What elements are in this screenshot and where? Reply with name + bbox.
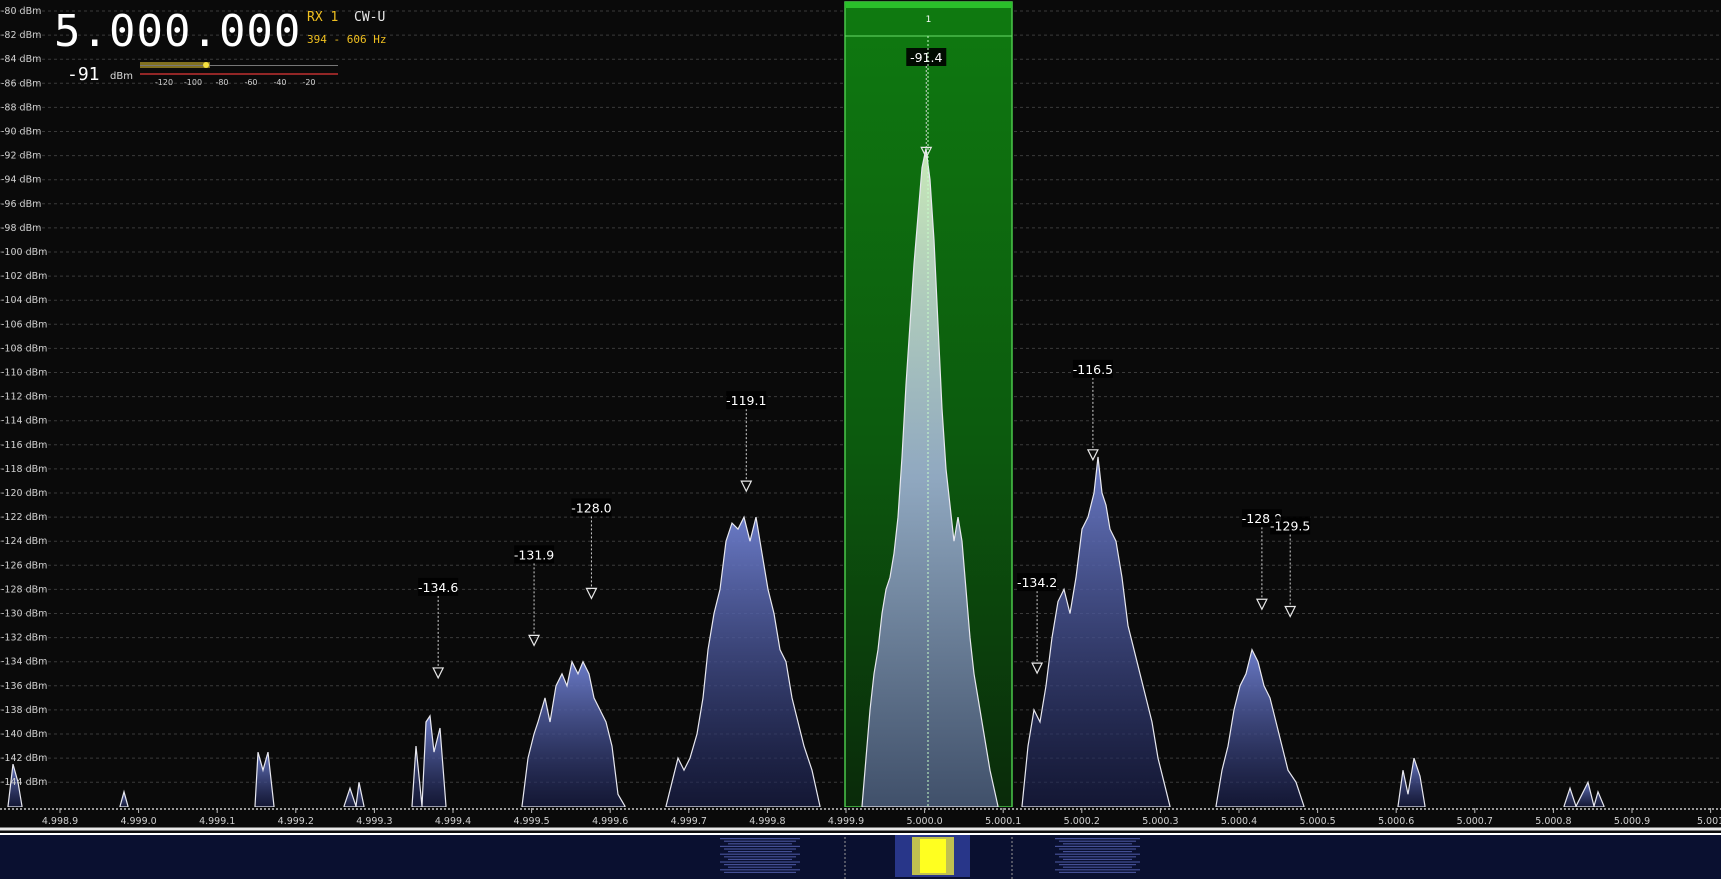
- passband-top-bar[interactable]: [845, 2, 1012, 8]
- y-tick-label: -98 dBm: [1, 223, 41, 234]
- y-tick-label: -120 dBm: [1, 488, 47, 499]
- peak-value-label: -119.1: [726, 393, 766, 408]
- peak-value-label: -116.5: [1073, 362, 1113, 377]
- x-tick-label: 4.999.5: [513, 816, 549, 827]
- y-tick-label: -140 dBm: [1, 729, 47, 740]
- x-tick-label: 5.000.8: [1535, 816, 1571, 827]
- x-tick-label: 4.999.6: [592, 816, 628, 827]
- x-tick-label: 5.000.5: [1299, 816, 1335, 827]
- x-tick-label: 5.000.1: [985, 816, 1021, 827]
- s-meter-tick-label: -120: [155, 78, 173, 87]
- y-tick-label: -142 dBm: [1, 753, 47, 764]
- sdr-display: -80 dBm -82 dBm -84 dBm -86 dBm -88 dBm -90 d…: [0, 0, 1721, 879]
- y-tick-label: -144 dBm: [1, 777, 47, 788]
- y-tick-label: -126 dBm: [1, 560, 47, 571]
- y-tick-label: -130 dBm: [1, 609, 47, 620]
- peak-value-label: -134.2: [1017, 575, 1057, 590]
- y-tick-label: -108 dBm: [1, 343, 47, 354]
- y-tick-label: -124 dBm: [1, 536, 47, 547]
- s-meter-tick-label: -40: [273, 78, 286, 87]
- x-tick-label: 4.999.8: [749, 816, 785, 827]
- y-tick-label: -88 dBm: [1, 102, 41, 113]
- s-meter-needle: [203, 62, 210, 68]
- s-meter-tick-label: -100: [184, 78, 202, 87]
- x-tick-label: 5.000.3: [1142, 816, 1178, 827]
- y-tick-label: -104 dBm: [1, 295, 47, 306]
- x-tick-label: 4.998.9: [42, 816, 78, 827]
- y-tick-label: -138 dBm: [1, 705, 47, 716]
- spectrum-plot[interactable]: -80 dBm -82 dBm -84 dBm -86 dBm -88 dBm -90 d…: [0, 0, 1721, 833]
- y-tick-label: -128 dBm: [1, 584, 47, 595]
- peak-value-label: -134.6: [418, 580, 458, 595]
- y-tick-label: -136 dBm: [1, 681, 47, 692]
- y-tick-label: -102 dBm: [1, 271, 47, 282]
- x-tick-label: 5.000.4: [1221, 816, 1257, 827]
- y-tick-label: -122 dBm: [1, 512, 47, 523]
- x-tick-label: 4.999.9: [828, 816, 864, 827]
- s-meter: -120 -100 -80 -60 -40 -20: [140, 62, 338, 87]
- s-meter-tick-label: -60: [244, 78, 257, 87]
- y-tick-label: -90 dBm: [1, 127, 41, 138]
- peak-value-label: -128.0: [571, 500, 611, 515]
- x-tick-label: 4.999.1: [199, 816, 235, 827]
- x-tick-label: 5.000.0: [906, 816, 942, 827]
- y-tick-label: -114 dBm: [1, 416, 47, 427]
- y-tick-label: -100 dBm: [1, 247, 47, 258]
- y-tick-label: -106 dBm: [1, 319, 47, 330]
- peak-value-label: -91.4: [910, 50, 942, 65]
- x-tick-label: 5.000.9: [1614, 816, 1650, 827]
- y-tick-label: -116 dBm: [1, 440, 47, 451]
- x-tick-label: 5.000.2: [1064, 816, 1100, 827]
- y-tick-label: -84 dBm: [1, 54, 41, 65]
- signal-level-value: -91: [67, 64, 100, 85]
- peak-value-label: -131.9: [514, 547, 554, 562]
- s-meter-tick-label: -20: [302, 78, 315, 87]
- y-tick-label: -118 dBm: [1, 464, 47, 475]
- x-tick-label: 4.999.3: [356, 816, 392, 827]
- s-meter-tick-label: -80: [215, 78, 228, 87]
- y-tick-label: -96 dBm: [1, 199, 41, 210]
- y-tick-label: -82 dBm: [1, 30, 41, 41]
- y-tick-label: -80 dBm: [1, 6, 41, 17]
- x-tick-label: 5.001: [1697, 816, 1721, 827]
- vfo-frequency[interactable]: 5.000.000: [54, 6, 301, 57]
- peak-value-label: -129.5: [1270, 518, 1310, 533]
- x-tick-label: 4.999.2: [278, 816, 314, 827]
- signal-level-unit: dBm: [110, 71, 133, 82]
- y-tick-label: -134 dBm: [1, 657, 47, 668]
- x-tick-label: 5.000.7: [1457, 816, 1493, 827]
- y-tick-label: -110 dBm: [1, 368, 47, 379]
- x-tick-label: 5.000.6: [1378, 816, 1414, 827]
- receiver-label[interactable]: RX 1: [307, 10, 338, 25]
- x-tick-label: 4.999.4: [435, 816, 471, 827]
- y-tick-label: -94 dBm: [1, 175, 41, 186]
- x-tick-label: 4.999.7: [671, 816, 707, 827]
- y-tick-label: -92 dBm: [1, 151, 41, 162]
- passband-label: 1: [926, 15, 932, 25]
- filter-bandwidth: 394 - 606 Hz: [307, 33, 387, 46]
- mode-label[interactable]: CW-U: [354, 10, 385, 25]
- x-tick-label: 4.999.0: [120, 816, 156, 827]
- y-tick-label: -132 dBm: [1, 633, 47, 644]
- y-tick-label: -112 dBm: [1, 392, 47, 403]
- y-tick-label: -86 dBm: [1, 78, 41, 89]
- waterfall-display[interactable]: [0, 833, 1721, 879]
